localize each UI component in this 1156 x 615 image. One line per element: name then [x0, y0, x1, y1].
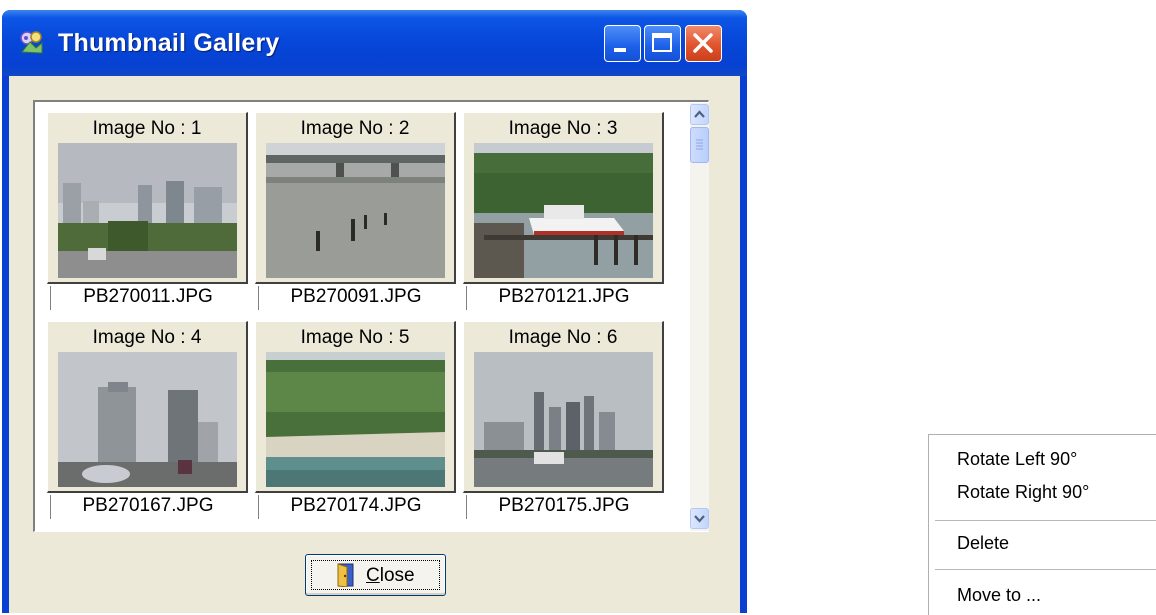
menu-item-rotate-left[interactable]: Rotate Left 90°	[957, 449, 1077, 470]
grip-icon	[696, 139, 703, 150]
close-window-button[interactable]	[685, 25, 722, 62]
thumbnail-header: Image No : 2	[255, 112, 456, 144]
close-icon	[693, 33, 713, 53]
scroll-down-button[interactable]	[690, 508, 709, 529]
thumbnail-image[interactable]	[58, 352, 237, 487]
window-client-area: Image No : 1 PB270011.JPG Image No: 2 P…	[9, 76, 740, 613]
thumbnail-grid[interactable]: Image No : 1 PB270011.JPG Image No: 2 P…	[33, 100, 709, 532]
close-button-label: Close	[366, 565, 415, 586]
maximize-button[interactable]	[644, 25, 681, 62]
thumbnail-item[interactable]: Image No : 2 PB270091.JPG	[255, 112, 456, 310]
window-title: Thumbnail Gallery	[58, 29, 280, 57]
thumbnail-item[interactable]: Image No : 6 PB270175.JPG	[463, 321, 664, 519]
thumbnail-image[interactable]	[474, 143, 653, 278]
thumbnail-item[interactable]: Image No : 3 PB270121.JPG	[463, 112, 664, 310]
thumbnail-frame	[463, 352, 664, 493]
menu-item-rotate-right[interactable]: Rotate Right 90°	[957, 482, 1089, 503]
file-name-label: PB270091.JPG	[258, 286, 453, 310]
menu-separator	[935, 569, 1156, 570]
chevron-up-icon	[694, 110, 705, 118]
thumbnail-frame	[255, 143, 456, 284]
title-bar[interactable]: Thumbnail Gallery	[2, 10, 747, 76]
menu-separator	[935, 520, 1156, 521]
scrollbar-thumb[interactable]	[690, 127, 709, 163]
thumbnail-item[interactable]: Image No : 5 PB270174.JPG	[255, 321, 456, 519]
chevron-down-icon	[694, 515, 705, 523]
exit-door-icon	[337, 563, 354, 587]
thumbnail-item[interactable]: Image No : 1 PB270011.JPG	[47, 112, 248, 310]
thumbnail-header: Image No : 3	[463, 112, 664, 144]
thumbnail-header: Image No : 5	[255, 321, 456, 353]
file-name-label: PB270121.JPG	[466, 286, 661, 310]
image-number-label: Image No : 5	[300, 327, 410, 348]
thumbnail-item[interactable]: Image No : 4 PB270167.JPG	[47, 321, 248, 519]
thumbnail-frame	[463, 143, 664, 284]
thumbnail-frame	[255, 352, 456, 493]
gallery-app-icon	[20, 31, 43, 54]
file-name-label: PB270174.JPG	[258, 495, 453, 519]
thumbnail-image[interactable]	[266, 352, 445, 487]
thumbnail-header: Image No : 6	[463, 321, 664, 353]
image-number-label: Image No : 3	[508, 118, 618, 139]
menu-item-delete[interactable]: Delete	[957, 533, 1009, 554]
file-name-label: PB270167.JPG	[50, 495, 245, 519]
thumbnail-image[interactable]	[474, 352, 653, 487]
thumbnail-header: Image No : 4	[47, 321, 248, 353]
image-number-label: Image No : 2	[300, 118, 410, 139]
thumbnail-frame	[47, 143, 248, 284]
image-number-label: Image No : 4	[92, 327, 202, 348]
context-menu: Rotate Left 90° Rotate Right 90° Delete …	[928, 434, 1156, 615]
thumbnail-image[interactable]	[58, 143, 237, 278]
thumbnail-image[interactable]	[266, 143, 445, 278]
image-number-label: Image No : 6	[508, 327, 618, 348]
close-button[interactable]: Close	[305, 554, 446, 596]
vertical-scrollbar[interactable]	[690, 103, 709, 531]
minimize-icon	[614, 48, 626, 52]
thumbnail-header: Image No : 1	[47, 112, 248, 144]
minimize-button[interactable]	[604, 25, 641, 62]
image-number-label: Image No : 1	[92, 118, 202, 139]
maximize-icon	[652, 33, 672, 52]
scroll-up-button[interactable]	[690, 104, 709, 125]
thumbnail-gallery-window: Thumbnail Gallery Image No : 1 PB270011.…	[2, 10, 747, 613]
file-name-label: PB270175.JPG	[466, 495, 661, 519]
file-name-label: PB270011.JPG	[50, 286, 245, 310]
thumbnail-frame	[47, 352, 248, 493]
menu-item-move-to[interactable]: Move to ...	[957, 585, 1041, 606]
